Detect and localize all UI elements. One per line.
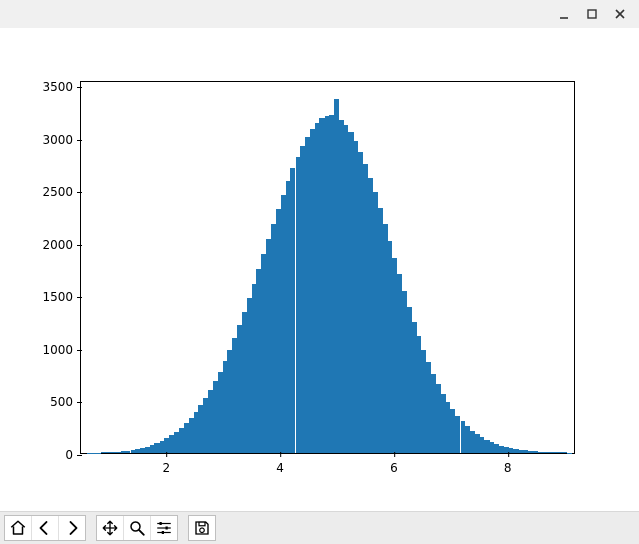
chart-bars bbox=[81, 82, 574, 453]
x-tick-label: 6 bbox=[390, 453, 398, 475]
window-minimize-button[interactable] bbox=[551, 4, 577, 24]
pan-icon bbox=[101, 519, 119, 537]
forward-button[interactable] bbox=[58, 516, 85, 540]
pan-button[interactable] bbox=[97, 516, 123, 540]
home-button[interactable] bbox=[5, 516, 31, 540]
back-button[interactable] bbox=[31, 516, 58, 540]
toolbar-group-io bbox=[188, 515, 216, 541]
window-maximize-button[interactable] bbox=[579, 4, 605, 24]
x-tick-label: 2 bbox=[163, 453, 171, 475]
minimize-icon bbox=[558, 8, 570, 20]
sliders-icon bbox=[155, 519, 173, 537]
arrow-right-icon bbox=[63, 519, 81, 537]
y-tick-label: 1500 bbox=[42, 290, 81, 304]
y-tick-label: 3500 bbox=[42, 80, 81, 94]
toolbar-group-view bbox=[96, 515, 178, 541]
y-tick-label: 500 bbox=[50, 395, 81, 409]
y-tick-label: 1000 bbox=[42, 343, 81, 357]
figure-window: 0 500 1000 1500 2000 2500 3000 3500 2 4 6 8 bbox=[0, 0, 639, 544]
arrow-left-icon bbox=[36, 519, 54, 537]
y-tick-label: 2000 bbox=[42, 238, 81, 252]
close-icon bbox=[614, 8, 626, 20]
nav-toolbar bbox=[0, 511, 639, 544]
x-tick-label: 8 bbox=[504, 453, 512, 475]
zoom-icon bbox=[128, 519, 146, 537]
window-close-button[interactable] bbox=[607, 4, 633, 24]
x-tick-label: 4 bbox=[276, 453, 284, 475]
configure-button[interactable] bbox=[150, 516, 177, 540]
home-icon bbox=[9, 519, 27, 537]
y-tick-label: 2500 bbox=[42, 185, 81, 199]
y-tick-label: 0 bbox=[65, 448, 81, 462]
toolbar-group-home bbox=[4, 515, 86, 541]
zoom-button[interactable] bbox=[123, 516, 150, 540]
y-tick-label: 3000 bbox=[42, 133, 81, 147]
chart-axes: 05001000150020002500300035002468 bbox=[80, 81, 575, 454]
save-icon bbox=[193, 519, 211, 537]
save-button[interactable] bbox=[189, 516, 215, 540]
figure-canvas[interactable]: 0 500 1000 1500 2000 2500 3000 3500 2 4 6 8 bbox=[0, 28, 639, 511]
maximize-icon bbox=[586, 8, 598, 20]
titlebar bbox=[0, 0, 639, 28]
